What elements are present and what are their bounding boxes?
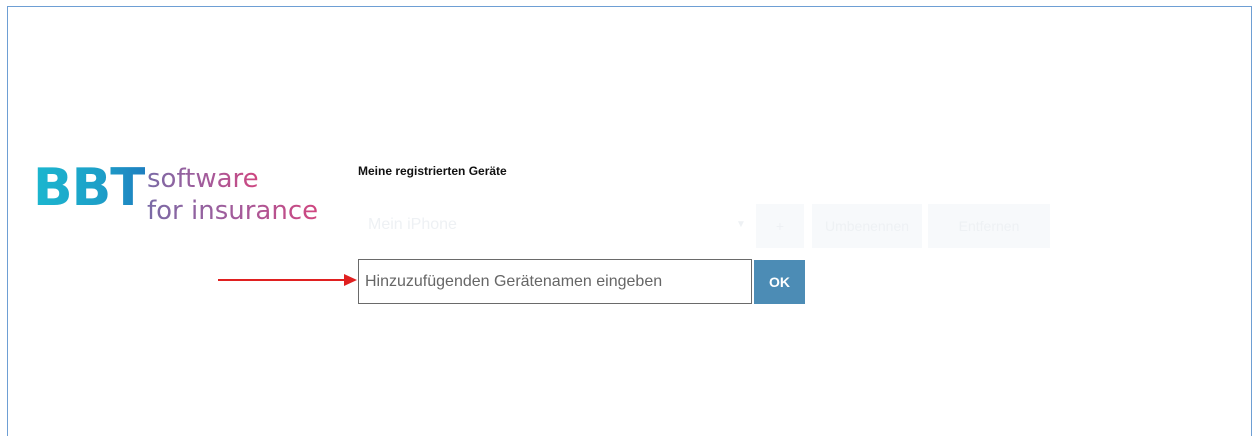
delete-device-button: Entfernen bbox=[928, 204, 1050, 248]
annotation-arrow-icon bbox=[218, 274, 357, 286]
ok-button[interactable]: OK bbox=[754, 260, 805, 304]
device-select: Mein iPhone bbox=[368, 216, 457, 233]
section-title: Meine registrierten Geräte bbox=[358, 164, 507, 178]
add-device-button: + bbox=[756, 204, 804, 248]
logo-insurance-text: for insurance bbox=[147, 196, 319, 226]
plus-icon: + bbox=[775, 218, 785, 234]
logo-software-text: software bbox=[147, 164, 259, 194]
logo-bbt-text: BBT bbox=[33, 158, 146, 218]
bbt-logo: BBT software for insurance bbox=[33, 162, 333, 232]
device-name-input[interactable] bbox=[358, 259, 752, 304]
rename-device-button: Umbenennen bbox=[812, 204, 922, 248]
chevron-down-icon: ▼ bbox=[736, 219, 746, 230]
